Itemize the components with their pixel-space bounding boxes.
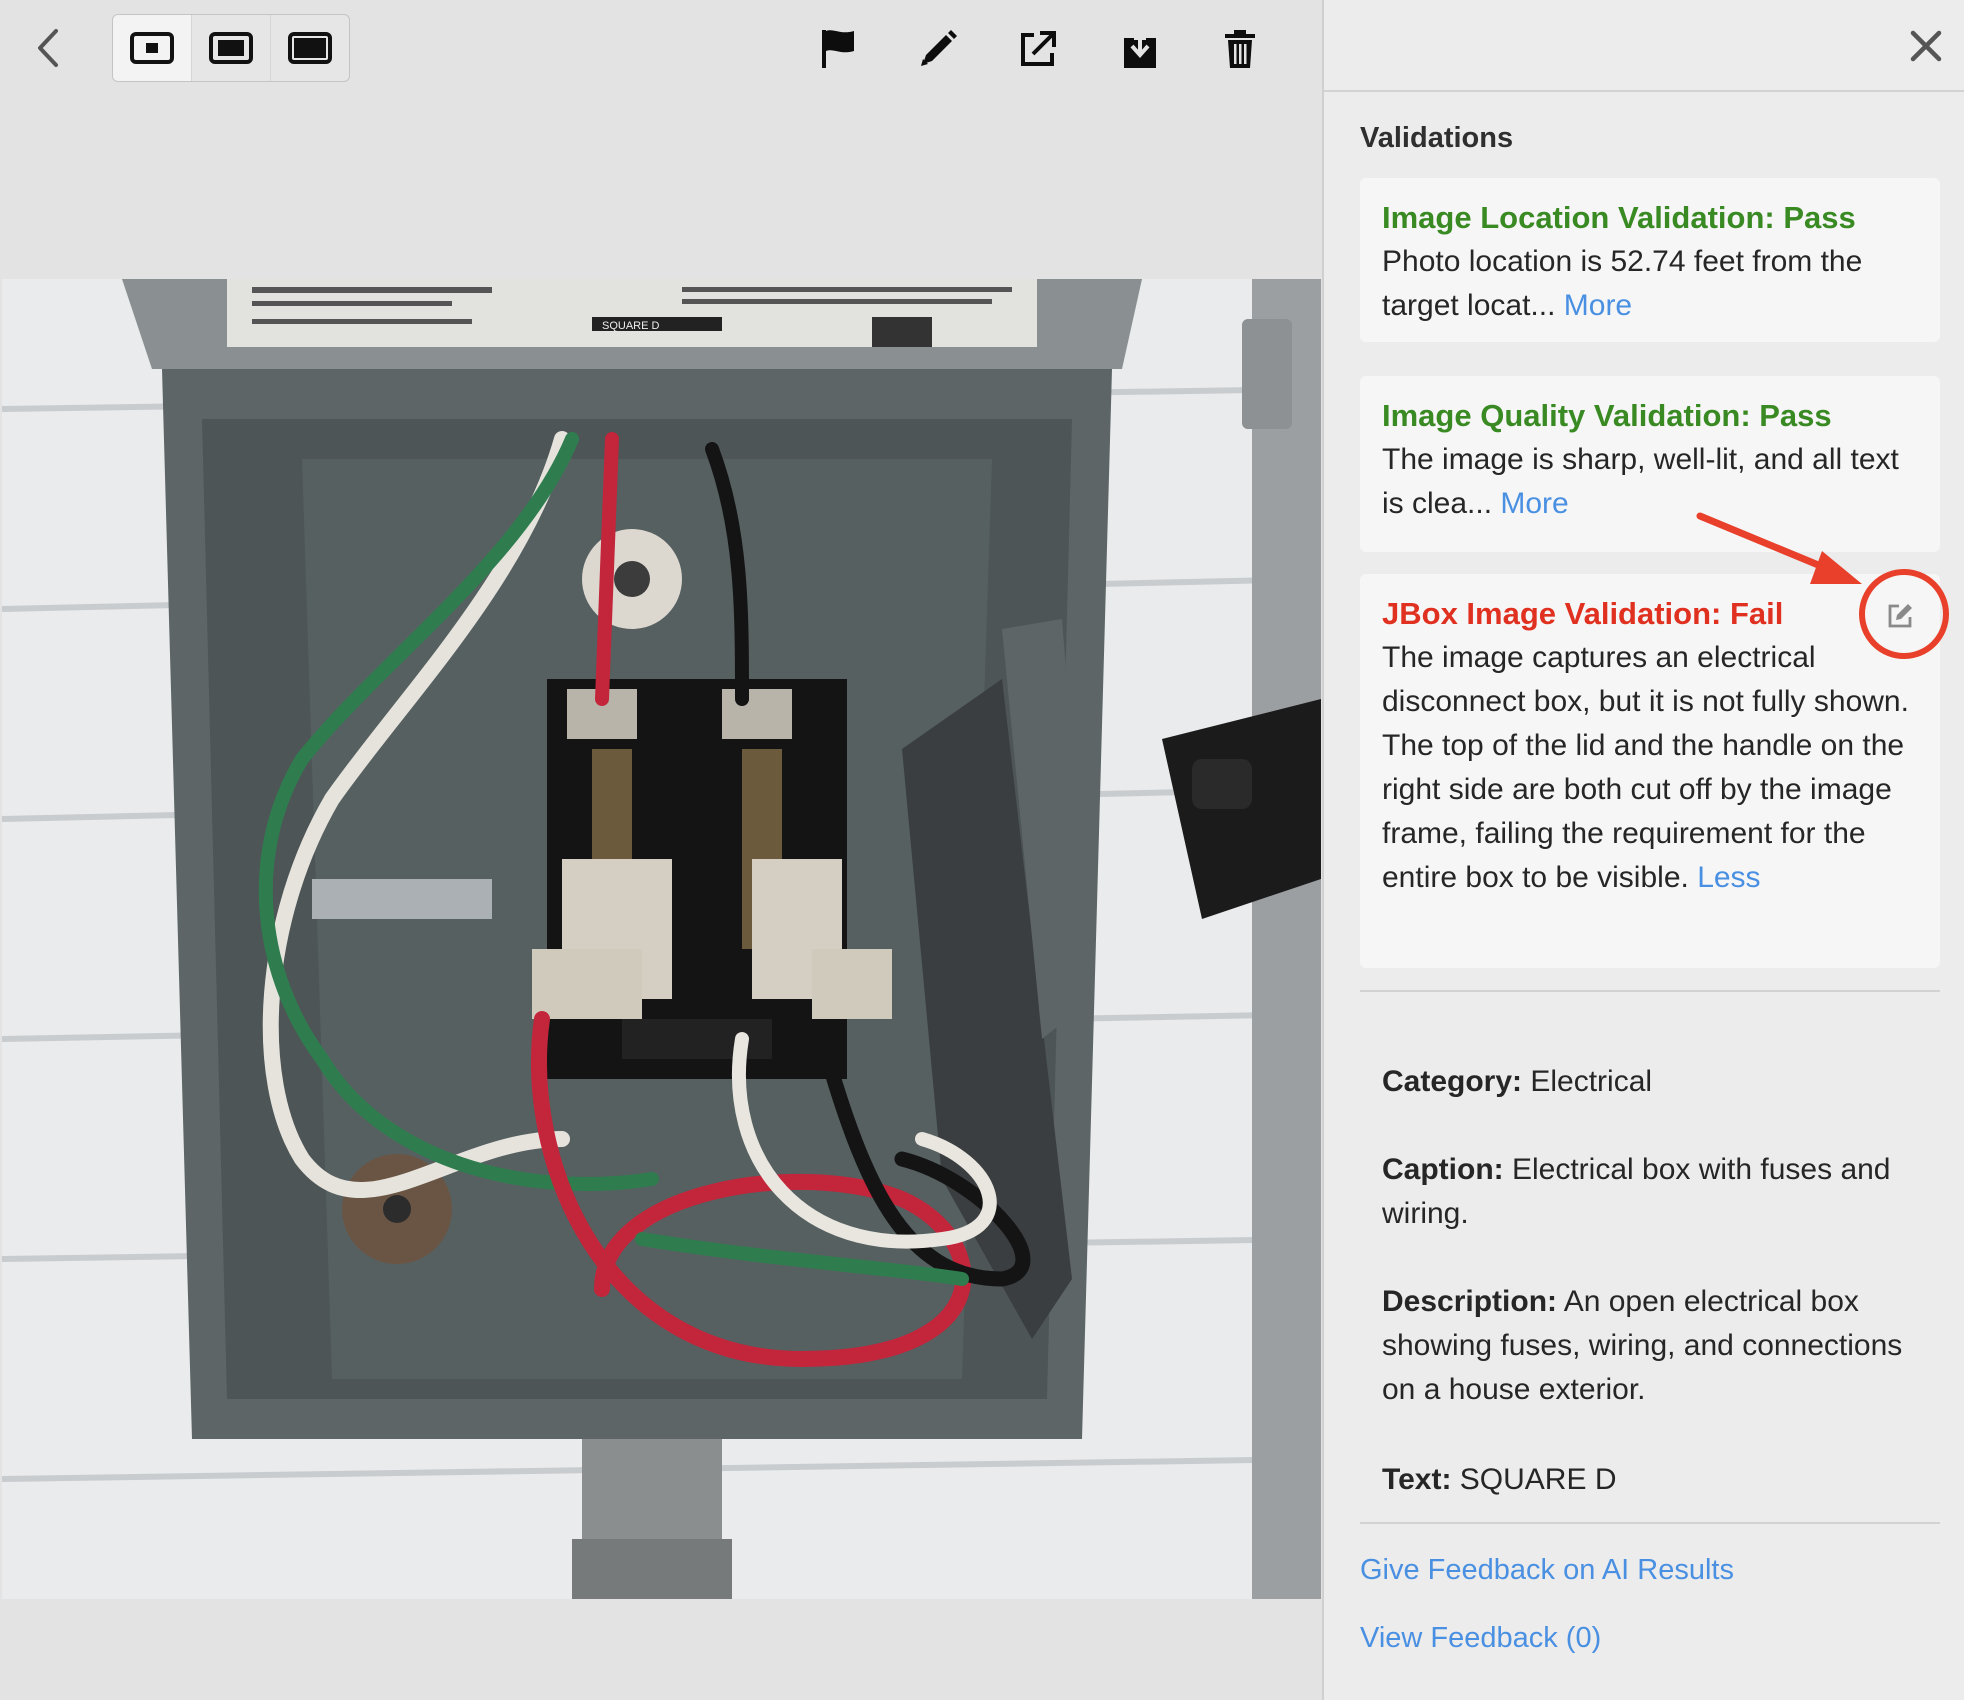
flag-icon: [822, 30, 854, 68]
category-field: Category: Electrical: [1382, 1060, 1922, 1104]
give-feedback-link[interactable]: Give Feedback on AI Results: [1360, 1554, 1734, 1587]
edit-validation-button[interactable]: [1880, 596, 1920, 636]
details-panel: Validations Image Location Validation: P…: [1322, 0, 1964, 1700]
close-button[interactable]: [1900, 20, 1952, 72]
edit-square-icon: [1888, 604, 1912, 628]
electrical-box-photo: SQUARE D: [2, 279, 1321, 1599]
panel-header: [1324, 0, 1964, 92]
category-label: Category:: [1382, 1065, 1523, 1098]
validations-heading: Validations: [1360, 122, 1514, 154]
less-link[interactable]: Less: [1697, 861, 1760, 894]
validation-card-quality: Image Quality Validation: Pass The image…: [1360, 376, 1940, 552]
pencil-icon: [921, 30, 957, 66]
view-size-toggle: [112, 14, 350, 82]
validation-title: Image Location Validation: Pass: [1382, 200, 1856, 235]
validation-body: The image is sharp, well-lit, and all te…: [1382, 438, 1918, 526]
size-medium-button[interactable]: [191, 15, 270, 81]
open-external-button[interactable]: [1006, 18, 1070, 80]
validation-card-jbox: JBox Image Validation: Fail The image ca…: [1360, 574, 1940, 968]
photo: SQUARE D: [2, 279, 1321, 1599]
validation-title: JBox Image Validation: Fail: [1382, 596, 1784, 631]
trash-icon: [1225, 30, 1255, 68]
caption-label: Caption:: [1382, 1153, 1504, 1186]
validation-title: Image Quality Validation: Pass: [1382, 398, 1832, 433]
flag-button[interactable]: [806, 18, 870, 80]
description-label: Description:: [1382, 1285, 1558, 1318]
download-button[interactable]: [1108, 18, 1172, 80]
text-value: SQUARE D: [1451, 1463, 1617, 1496]
view-feedback-link[interactable]: View Feedback (0): [1360, 1622, 1601, 1655]
more-link[interactable]: More: [1564, 289, 1632, 322]
size-small-icon: [130, 32, 174, 64]
image-viewer: SQUARE D: [0, 0, 1321, 1700]
download-icon: [1124, 28, 1156, 68]
validation-card-location: Image Location Validation: Pass Photo lo…: [1360, 178, 1940, 342]
description-field: Description: An open electrical box show…: [1382, 1280, 1922, 1412]
validation-text: The image is sharp, well-lit, and all te…: [1382, 443, 1899, 520]
viewer-toolbar: [0, 0, 1321, 100]
size-medium-icon: [209, 32, 253, 64]
category-value: Electrical: [1522, 1065, 1653, 1098]
open-external-icon: [1021, 31, 1056, 66]
caption-field: Caption: Electrical box with fuses and w…: [1382, 1148, 1922, 1236]
delete-button[interactable]: [1208, 18, 1272, 80]
text-field: Text: SQUARE D: [1382, 1458, 1922, 1502]
square-d-label: SQUARE D: [602, 320, 660, 332]
more-link[interactable]: More: [1500, 487, 1568, 520]
back-button[interactable]: [22, 20, 72, 76]
text-label: Text:: [1382, 1463, 1452, 1496]
size-large-icon: [288, 32, 332, 64]
validation-body: The image captures an electrical disconn…: [1382, 636, 1918, 900]
validation-text: The image captures an electrical disconn…: [1382, 641, 1909, 894]
edit-button[interactable]: [906, 18, 970, 80]
back-chevron-icon: [38, 29, 58, 67]
size-large-button[interactable]: [270, 15, 349, 81]
size-small-button[interactable]: [113, 15, 191, 81]
close-icon: [1910, 30, 1942, 62]
validation-body: Photo location is 52.74 feet from the ta…: [1382, 240, 1918, 328]
divider: [1360, 990, 1940, 992]
divider: [1360, 1522, 1940, 1524]
